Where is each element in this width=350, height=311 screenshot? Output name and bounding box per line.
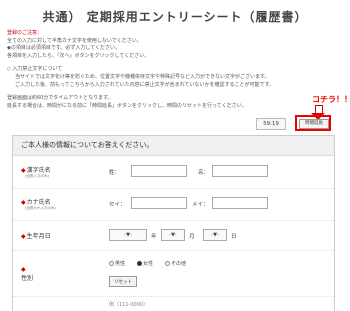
radio-icon (165, 261, 170, 266)
note-line: ご入力した後、前もってこちらから入力されていた内容に禁止文字が含まれていないかを… (15, 81, 274, 88)
month-suffix: 月 (189, 234, 195, 240)
notes-heading: 登録のご注意： (7, 30, 43, 36)
note-line: ◆の項目は必須項目です。必ず入力してください。 (7, 45, 121, 52)
name-row: ◆漢字氏名 (全角入力のみ) 姓： 名： (13, 156, 334, 189)
note-line: 各項目を入力したら、「次へ」ボタンをクリックしてください。 (7, 52, 150, 59)
first-kana-prefix: メイ： (192, 202, 209, 208)
radio-icon (109, 261, 114, 266)
last-kana-input[interactable] (131, 197, 187, 209)
note-line: ◇ 入力禁止文字について (7, 66, 63, 73)
name-label: ◆漢字氏名 (全角入力のみ) (21, 167, 51, 178)
zip-hint: 例（111-0000） (109, 302, 149, 308)
birth-day-select[interactable]: -▼- (203, 229, 227, 241)
birthdate-row: ◆生年月日 -▼- 年 -▼- 月 -▼- 日 (13, 220, 334, 251)
birth-year-select[interactable]: -▼- (109, 229, 147, 241)
personal-info-form: ご本人様の情報についてお答えください。 ◆漢字氏名 (全角入力のみ) 姓： 名：… (12, 135, 335, 311)
gender-option-male[interactable]: 男性 (109, 260, 125, 267)
gender-label: ◆ 性別 (21, 266, 34, 282)
note-line: 当サイトでは文字化け等を防ぐため、位置文字や機種依存文字や特殊記号など入力ができ… (15, 73, 270, 80)
last-kana-prefix: セイ： (109, 202, 126, 208)
last-name-input[interactable] (131, 165, 187, 177)
highlight-box: 時間延長 (295, 115, 331, 131)
note-line: 登録画面は約60分でタイムアウトとなります。 (7, 95, 113, 102)
form-section-header: ご本人様の情報についてお答えください。 (13, 136, 334, 156)
extend-time-button[interactable]: 時間延長 (299, 119, 329, 129)
annotation-label: コチラ！！ (312, 95, 350, 104)
gender-option-female[interactable]: 女性 (137, 260, 153, 267)
first-name-prefix: 名： (198, 170, 210, 176)
gender-option-other[interactable]: その他 (165, 260, 186, 267)
birthdate-label: ◆生年月日 (21, 233, 51, 240)
last-name-prefix: 姓： (109, 170, 121, 176)
first-kana-input[interactable] (212, 197, 268, 209)
radio-checked-icon (137, 261, 142, 266)
gender-row: ◆ 性別 男性 女性 その他 リセット (13, 250, 334, 297)
day-suffix: 日 (231, 234, 237, 240)
page-title: 共通） 定期採用エントリーシート（履歴書） (42, 10, 308, 24)
birth-month-select[interactable]: -▼- (161, 229, 185, 241)
gender-reset-button[interactable]: リセット (109, 276, 137, 287)
first-name-input[interactable] (212, 165, 268, 177)
registration-notes: 登録のご注意： 全ての入力に対して半角カナ文字を使用しないでください。 ◆の項目… (7, 30, 307, 110)
kana-label: ◆カナ氏名 (全角カナ入力のみ) (21, 199, 56, 210)
session-timer: 59:19 (256, 118, 286, 130)
note-line: 延長する場合は、時間がになる前に「時間延長」ボタンをクリックし、時間のリセットを… (7, 102, 247, 109)
year-suffix: 年 (151, 234, 157, 240)
kana-row: ◆カナ氏名 (全角カナ入力のみ) セイ： メイ： (13, 188, 334, 221)
